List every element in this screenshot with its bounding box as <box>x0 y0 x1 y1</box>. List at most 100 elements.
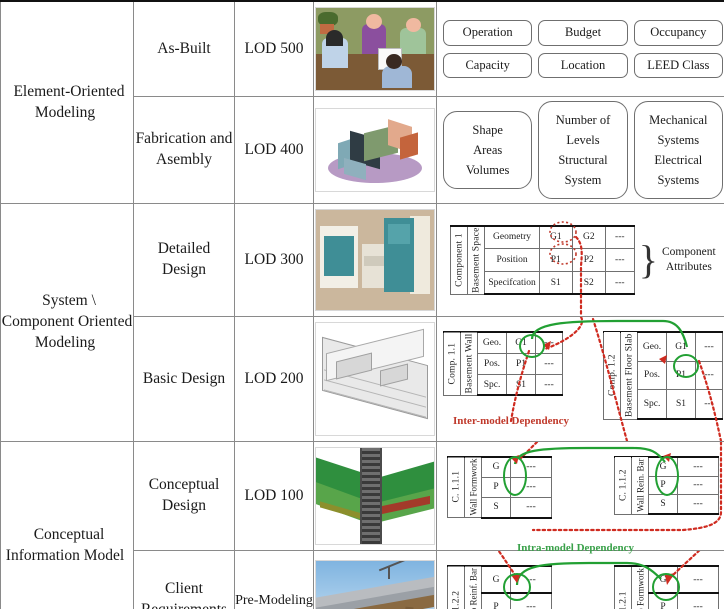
lod-fabrication-and-asembly: LOD 400 <box>234 96 314 204</box>
attribute-pill: Shape Areas Volumes <box>443 111 533 189</box>
attribute-line: Mechanical Systems <box>649 113 708 147</box>
attribute-column-1: Operation Capacity <box>443 19 533 79</box>
phase-label: Basic Design <box>142 369 226 387</box>
lod-matrix-table: Element-Oriented Modeling As-Built LOD 5… <box>0 0 724 609</box>
phase-basic-design: Basic Design <box>133 316 235 442</box>
thumbnail-glass-facade-building-render <box>313 203 437 317</box>
attribute-value-cell: --- <box>677 455 719 477</box>
phase-as-built: As-Built <box>133 0 235 97</box>
component-name-cell: C. 1.2.1 <box>614 566 632 609</box>
attribute-value-cell: S1 <box>666 389 696 421</box>
attribute-name-cell: S <box>481 496 511 519</box>
diagram-body: C. 1.2.2 Floor Slab Reinf. Bar G --- P -… <box>437 551 724 609</box>
lod400-attributes-panel: Shape Areas Volumes Number of Levels Str… <box>436 96 724 204</box>
lod-label: LOD 300 <box>244 250 304 268</box>
lod-as-built: LOD 500 <box>234 0 314 97</box>
attribute-name-cell: P <box>481 476 511 498</box>
inter-model-dependency-caption: Inter-model Dependency <box>453 415 569 427</box>
lod-detailed-design: LOD 300 <box>234 203 314 317</box>
attribute-name-cell: G <box>648 564 678 595</box>
component-name-cell: Component 1 <box>450 225 468 295</box>
thumbnail-formwork-deck-photo <box>313 550 437 609</box>
element-name-cell: Basement Wall <box>460 332 478 396</box>
attribute-value-cell: S1 <box>506 373 536 397</box>
attribute-value-cell: G2 <box>571 224 606 250</box>
component-name-cell: C. 1.1.1 <box>447 457 465 518</box>
table-row: Conceptual Information Model Conceptual … <box>0 441 724 609</box>
element-name-cell: Floor Slab Formwork <box>631 566 649 609</box>
attribute-value-cell: --- <box>604 248 635 272</box>
component-attribute-table: C. 1.1.1 Wall Formwork G --- P --- S --- <box>447 455 552 519</box>
attribute-value-cell: --- <box>510 476 552 498</box>
attribute-value-cell: --- <box>510 455 552 478</box>
attribute-value-cell: --- <box>510 564 552 595</box>
attribute-value-cell: G1 <box>666 330 696 362</box>
attribute-line: Number of Levels <box>555 113 611 147</box>
attribute-name-cell: P <box>648 475 678 496</box>
attribute-value-cell: P1 <box>506 352 536 375</box>
component-attribute-table: Component 1 Basement Space Geometry G1 G… <box>450 224 635 296</box>
brace-label-line2: Attributes <box>665 261 712 273</box>
fabrication-blocks-icon <box>315 108 435 192</box>
attribute-name-cell: S <box>648 494 678 516</box>
table-row: Component 1 Basement Space Geometry G1 G… <box>450 224 635 295</box>
attribute-value-cell: P2 <box>571 248 606 272</box>
group-label-text: System \ Component Oriented Modeling <box>1 292 133 351</box>
phase-label: Fabrication and Asembly <box>135 130 233 168</box>
lod-basic-design: LOD 200 <box>234 316 314 442</box>
attribute-line: Structural System <box>558 153 608 187</box>
thumbnail-wireframe-building-massing <box>313 316 437 442</box>
element-name-cell: Wall Rein. Bar <box>631 457 649 515</box>
lod-label: LOD 200 <box>244 369 304 387</box>
formwork-deck-icon <box>315 560 435 609</box>
thumbnail-rebar-beam-column-model <box>313 441 437 551</box>
group-label-conceptual-information-model: Conceptual Information Model <box>0 441 134 609</box>
component-attribute-table: C. 1.1.2 Wall Rein. Bar G --- P --- S --… <box>614 455 719 516</box>
attribute-value-cell: --- <box>510 592 552 609</box>
diagram-body: C. 1.1.1 Wall Formwork G --- P --- S --- <box>437 442 724 554</box>
component-name-cell: Comp. 1.2 <box>603 332 621 419</box>
attribute-value-cell: --- <box>695 360 723 391</box>
attribute-name-cell: G <box>481 455 511 478</box>
attribute-line: Electrical Systems <box>654 153 703 187</box>
attribute-value-cell: S2 <box>571 270 606 296</box>
phase-conceptual-design: Conceptual Design <box>133 441 235 551</box>
table-row: Comp. 1.1 Basement Wall Geo. G1 --- <box>443 330 563 396</box>
component-attributes-label: Component Attributes <box>662 245 716 275</box>
lod-label: LOD 100 <box>244 486 304 504</box>
table-row: System \ Component Oriented Modeling Det… <box>0 203 724 442</box>
table-row: Comp. 1.2 Basement Floor Slab Geo. G1 --… <box>603 330 723 419</box>
table-row: C. 1.1.2 Wall Rein. Bar G --- <box>614 455 719 515</box>
attribute-value-cell: P1 <box>666 360 696 391</box>
component-attribute-table: Comp. 1.2 Basement Floor Slab Geo. G1 --… <box>603 330 723 421</box>
attribute-line: Volumes <box>465 163 510 177</box>
wireframe-building-icon <box>315 322 435 436</box>
thumbnail-fabrication-blocks-3d <box>313 96 437 204</box>
phase-fabrication-and-asembly: Fabrication and Asembly <box>133 96 235 204</box>
attribute-name-cell: G <box>648 455 678 477</box>
attribute-name-cell: Spc. <box>477 373 507 397</box>
attribute-value-cell: --- <box>677 592 719 609</box>
lod-label: LOD 500 <box>244 39 304 57</box>
attribute-value-cell: --- <box>677 564 719 595</box>
attribute-value-cell: G1 <box>538 224 573 250</box>
attribute-value-cell: --- <box>695 389 723 421</box>
table-row: C. 1.2.1 Floor Slab Formwork G --- <box>614 564 719 609</box>
attribute-name-cell: Geo. <box>477 330 507 354</box>
component-attribute-table: C. 1.2.2 Floor Slab Reinf. Bar G --- P -… <box>447 564 552 609</box>
diagram-body: Comp. 1.1 Basement Wall Geo. G1 --- Pos.… <box>437 317 724 441</box>
attribute-value-cell: --- <box>604 224 635 250</box>
element-name-cell: Floor Slab Reinf. Bar <box>464 566 482 609</box>
attribute-pill: LEED Class <box>633 52 723 79</box>
brace-label-line1: Component <box>662 246 716 259</box>
attribute-value-cell: P1 <box>538 248 573 272</box>
meeting-people-icon <box>315 7 435 91</box>
attribute-name-cell: G <box>481 564 511 595</box>
lod500-attributes-panel: Operation Capacity Budget Location Occup… <box>436 0 724 97</box>
attribute-value-cell: --- <box>535 373 563 397</box>
lod-label: LOD 400 <box>244 140 304 158</box>
attribute-value-cell: --- <box>677 494 719 516</box>
curly-brace-icon: } <box>638 237 658 282</box>
lod200-intermodel-dependency-diagram: Comp. 1.1 Basement Wall Geo. G1 --- Pos.… <box>436 316 724 442</box>
attribute-value-cell: --- <box>695 330 723 362</box>
